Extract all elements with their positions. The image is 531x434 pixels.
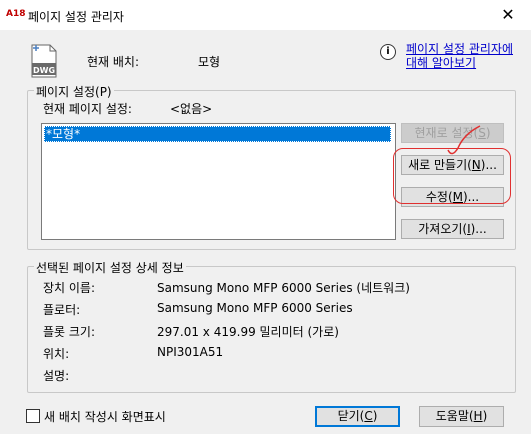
info-icon: i xyxy=(380,44,396,60)
help-button[interactable]: 도움말(H) xyxy=(419,406,504,427)
page-setup-list[interactable]: *모형* xyxy=(41,123,396,240)
autocad-app-icon: A18 xyxy=(6,9,26,19)
location-value: NPI301A51 xyxy=(157,345,224,359)
device-name-label: 장치 이름: xyxy=(43,281,96,295)
current-layout-value: 모형 xyxy=(198,55,221,69)
help-link-line2[interactable]: 대해 알아보기 xyxy=(406,56,476,70)
page-setups-legend: 페이지 설정(P) xyxy=(34,83,114,100)
location-label: 위치: xyxy=(43,347,70,361)
plot-size-label: 플롯 크기: xyxy=(43,325,96,339)
show-on-new-layout-checkbox[interactable] xyxy=(26,409,40,423)
plotter-label: 플로터: xyxy=(43,303,81,317)
plotter-value: Samsung Mono MFP 6000 Series xyxy=(157,301,353,315)
device-name-value: Samsung Mono MFP 6000 Series (네트워크) xyxy=(157,281,410,295)
window-title: 페이지 설정 관리자 xyxy=(28,10,124,24)
dialog-body: DWG 현재 배치: 모형 i 페이지 설정 관리자에 대해 알아보기 페이지 … xyxy=(0,30,531,434)
list-item[interactable]: *모형* xyxy=(44,126,391,142)
dwg-file-icon: DWG xyxy=(30,44,58,78)
details-legend: 선택된 페이지 설정 상세 정보 xyxy=(34,259,186,276)
plot-size-value: 297.01 x 419.99 밀리미터 (가로) xyxy=(157,325,339,339)
title-bar: A18 페이지 설정 관리자 ✕ xyxy=(0,0,531,30)
help-link-line1[interactable]: 페이지 설정 관리자에 xyxy=(406,42,513,56)
show-on-new-layout-label: 새 배치 작성시 화면표시 xyxy=(44,410,166,424)
close-window-button[interactable]: ✕ xyxy=(485,0,531,30)
description-label: 설명: xyxy=(43,369,70,383)
import-button[interactable]: 가져오기(I)... xyxy=(401,219,504,239)
current-page-setup-label: 현재 페이지 설정: xyxy=(43,102,132,116)
help-link[interactable]: 페이지 설정 관리자에 대해 알아보기 xyxy=(406,42,526,70)
dwg-badge-text: DWG xyxy=(33,66,55,75)
current-layout-label: 현재 배치: xyxy=(87,55,140,69)
annotation-checkmark xyxy=(447,125,481,155)
current-page-setup-value: <없음> xyxy=(170,102,213,116)
close-button[interactable]: 닫기(C) xyxy=(315,406,400,427)
